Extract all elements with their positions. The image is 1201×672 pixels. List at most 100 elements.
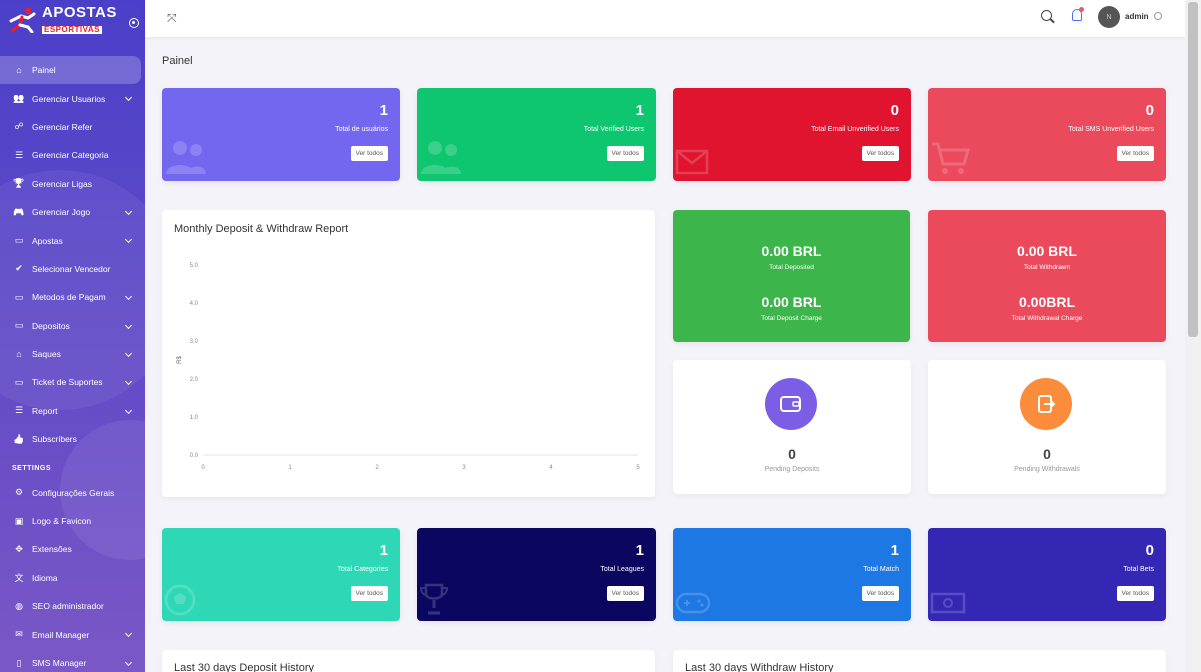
- sidebar-item-email-manager[interactable]: ✉ Email Manager: [0, 620, 145, 648]
- language-icon: 文: [14, 573, 24, 584]
- cart-icon: [930, 140, 970, 181]
- sidebar-item-label: Saques: [32, 349, 61, 360]
- view-all-button[interactable]: Ver todos: [1116, 146, 1154, 161]
- avatar[interactable]: N: [1098, 6, 1120, 28]
- sidebar-item-gerenciar-jogo[interactable]: 🎮 Gerenciar Jogo: [0, 198, 145, 226]
- trophy-icon: [419, 582, 449, 621]
- card-icon: ▭: [14, 291, 24, 302]
- wallet-icon: [765, 378, 817, 430]
- sidebar-item-configura-es-gerais[interactable]: ⚙ Configurações Gerais: [0, 478, 145, 506]
- bank-icon: ⌂: [16, 349, 22, 360]
- thumbs-up-icon: 👍: [13, 433, 25, 444]
- total-deposited-label: Total Deposited: [769, 264, 814, 271]
- y-tick-label: 0.0: [190, 453, 199, 459]
- sidebar-item-label: Gerenciar Refer: [32, 121, 93, 132]
- view-all-button[interactable]: Ver todos: [350, 586, 388, 601]
- total-deposited-value: 0.00 BRL: [761, 243, 822, 259]
- sidebar-item-extens-es[interactable]: ✥ Extensões: [0, 535, 145, 563]
- x-tick-label: 2: [375, 465, 379, 471]
- total-withdrawn-value: 0.00 BRL: [1017, 243, 1077, 259]
- widget-label: Total SMS Unverified Users: [1068, 126, 1154, 133]
- sidebar-item-painel[interactable]: ⌂ Painel: [0, 56, 141, 85]
- sidebar-item-label: Gerenciar Ligas: [32, 178, 93, 189]
- topbar: ⤧ N admin: [145, 0, 1185, 37]
- chevron-down-icon: [124, 236, 133, 244]
- view-all-button[interactable]: Ver todos: [606, 586, 644, 601]
- pending-deposits-card[interactable]: 0 Pending Deposits: [673, 360, 911, 494]
- sidebar-item-saques[interactable]: ⌂ Saques: [0, 340, 145, 368]
- avatar-initial: N: [1106, 13, 1112, 21]
- widget-total-verified-users: 1 Total Verified Users Ver todos: [417, 88, 656, 181]
- view-all-button[interactable]: Ver todos: [861, 586, 899, 601]
- search-icon[interactable]: [1041, 10, 1052, 21]
- y-tick-label: 1.0: [190, 415, 199, 421]
- total-withdrawal-charge-label: Total Withdrawal Charge: [1011, 315, 1083, 322]
- sidebar-item-apostas[interactable]: ▭ Apostas: [0, 226, 145, 254]
- sidebar-item-idioma[interactable]: 文 Idioma: [0, 564, 145, 592]
- trophy-icon: 🏆: [13, 178, 25, 189]
- fullscreen-icon[interactable]: ⤧: [167, 11, 177, 26]
- sidebar-item-gerenciar-refer[interactable]: ☍ Gerenciar Refer: [0, 113, 145, 141]
- sidebar-item-gerenciar-categoria[interactable]: ☰ Gerenciar Categoria: [0, 141, 145, 169]
- pending-withdrawals-label: Pending Withdrawals: [1014, 466, 1080, 473]
- image-icon: ▣: [14, 515, 24, 526]
- view-all-button[interactable]: Ver todos: [350, 146, 388, 161]
- view-all-button[interactable]: Ver todos: [606, 146, 644, 161]
- y-axis-label: R$: [177, 356, 183, 364]
- sidebar-item-sms-manager[interactable]: ▯ SMS Manager: [0, 649, 145, 672]
- y-tick-label: 3.0: [190, 339, 199, 345]
- sidebar-item-ticket-de-suportes[interactable]: ▭ Ticket de Suportes: [0, 368, 145, 396]
- sidebar-item-label: Gerenciar Jogo: [32, 207, 91, 218]
- widget-label: Total Leagues: [600, 566, 644, 573]
- pending-deposits-label: Pending Deposits: [764, 466, 820, 473]
- sidebar-item-label: Subscribers: [32, 434, 77, 445]
- sidebar-item-label: Gerenciar Usuarios: [32, 93, 106, 104]
- sidebar-item-selecionar-vencedor[interactable]: ✔ Selecionar Vencedor: [0, 255, 145, 283]
- sidebar-item-label: Report: [32, 405, 58, 416]
- deposit-summary-box: 0.00 BRL Total Deposited 0.00 BRL Total …: [673, 210, 910, 342]
- sidebar-item-label: Idioma: [32, 572, 58, 583]
- user-name[interactable]: admin: [1125, 12, 1149, 21]
- total-withdrawn-label: Total Withdrawn: [1023, 264, 1071, 271]
- withdraw-history-card: Last 30 days Withdraw History: [673, 650, 1166, 672]
- sidebar-item-label: Painel: [32, 65, 56, 76]
- sidebar-item-seo-administrador[interactable]: ◍ SEO administrador: [0, 592, 145, 620]
- widget-label: Total Email Unverified Users: [811, 126, 899, 133]
- view-all-button[interactable]: Ver todos: [1116, 586, 1154, 601]
- total-deposit-charge-value: 0.00 BRL: [761, 294, 822, 310]
- widget-total-de-usu-rios: 1 Total de usuários Ver todos: [162, 88, 400, 181]
- sidebar-item-gerenciar-usuarios[interactable]: 👥 Gerenciar Usuarios: [0, 84, 145, 112]
- sidebar-item-gerenciar-ligas[interactable]: 🏆 Gerenciar Ligas: [0, 170, 145, 198]
- chart-card: Monthly Deposit & Withdraw Report 0.0 1.0…: [162, 210, 655, 497]
- sidebar-item-metodos-de-pagam[interactable]: ▭ Metodos de Pagam: [0, 283, 145, 311]
- page-scrollbar[interactable]: [1185, 0, 1201, 672]
- widget-label: Total Match: [863, 566, 899, 573]
- chevron-down-icon: [124, 406, 133, 414]
- chevron-down-icon: [124, 293, 133, 301]
- widget-total-match: 1 Total Match Ver todos: [673, 528, 911, 621]
- sidebar-item-logo-favicon[interactable]: ▣ Logo & Favicon: [0, 507, 145, 535]
- widget-label: Total de usuários: [335, 126, 388, 133]
- sidebar-item-subscribers[interactable]: 👍 Subscribers: [0, 425, 145, 453]
- gamepad-icon: [675, 590, 711, 621]
- pending-withdrawals-card[interactable]: 0 Pending Withdrawals: [928, 360, 1166, 494]
- sidebar-item-report[interactable]: ☰ Report: [0, 397, 145, 425]
- withdraw-summary-box: 0.00 BRL Total Withdrawn 0.00BRL Total W…: [928, 210, 1166, 342]
- x-tick-label: 4: [549, 465, 553, 471]
- gear-icon: ⚙: [14, 487, 24, 498]
- y-tick-label: 2.0: [190, 377, 199, 383]
- x-tick-label: 1: [288, 465, 292, 471]
- scrollbar-thumb[interactable]: [1188, 2, 1198, 337]
- sidebar-item-depositos[interactable]: ▭ Depositos: [0, 312, 145, 340]
- view-all-button[interactable]: Ver todos: [861, 146, 899, 161]
- user-menu-chevron-icon[interactable]: [1154, 12, 1162, 20]
- sidebar-item-label: Depositos: [32, 320, 70, 331]
- brand-subtitle: ESPORTIVAS: [42, 24, 102, 34]
- widget-value: 1: [379, 102, 388, 119]
- chevron-down-icon: [124, 630, 133, 638]
- sidebar-toggle-icon[interactable]: [129, 18, 139, 28]
- widget-total-leagues: 1 Total Leagues Ver todos: [417, 528, 656, 621]
- sidebar-item-label: Gerenciar Categoria: [32, 150, 109, 161]
- widget-value: 0: [1145, 542, 1154, 559]
- brand-logo[interactable]: APOSTAS ESPORTIVAS: [0, 0, 145, 40]
